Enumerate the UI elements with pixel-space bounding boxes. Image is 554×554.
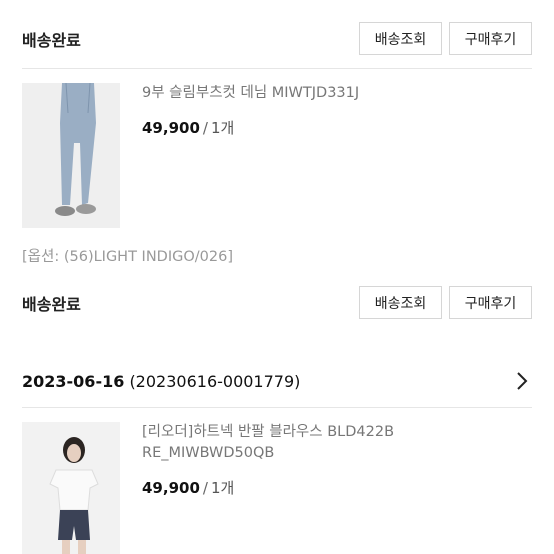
product-quantity: 1개 — [210, 119, 235, 137]
product-name[interactable]: [리오더]하트넥 반팔 블라우스 BLD422B RE_MIWBWD50QB — [142, 422, 394, 464]
track-delivery-button[interactable]: 배송조회 — [359, 286, 442, 319]
product-thumbnail[interactable] — [22, 83, 120, 228]
order-date-number: 2023-06-16 (20230616-0001779) — [22, 372, 300, 391]
price-separator: / — [202, 119, 208, 137]
track-delivery-button[interactable]: 배송조회 — [359, 22, 442, 55]
divider — [22, 407, 532, 408]
delivery-status: 배송완료 — [22, 294, 81, 314]
price-line: 49,900/1개 — [142, 477, 394, 498]
order-date: 2023-06-16 — [22, 371, 125, 391]
write-review-button[interactable]: 구매후기 — [449, 22, 532, 55]
price-line: 49,900/1개 — [142, 117, 359, 138]
product-info: 9부 슬림부츠컷 데님 MIWTJD331J 49,900/1개 — [142, 83, 359, 228]
write-review-button[interactable]: 구매후기 — [449, 286, 532, 319]
product-price: 49,900 — [142, 119, 200, 137]
product-price: 49,900 — [142, 479, 200, 497]
order-product[interactable]: 9부 슬림부츠컷 데님 MIWTJD331J 49,900/1개 — [22, 83, 532, 228]
jeans-product-image — [22, 83, 120, 228]
price-separator: / — [202, 479, 208, 497]
action-buttons: 배송조회 구매후기 — [359, 22, 532, 55]
action-buttons: 배송조회 구매후기 — [359, 286, 532, 319]
product-quantity: 1개 — [210, 479, 235, 497]
chevron-right-icon[interactable] — [510, 370, 532, 392]
order-product[interactable]: [리오더]하트넥 반팔 블라우스 BLD422B RE_MIWBWD50QB 4… — [22, 422, 532, 554]
order-header[interactable]: 2023-06-16 (20230616-0001779) — [22, 364, 532, 398]
product-thumbnail[interactable] — [22, 422, 120, 554]
delivery-status: 배송완료 — [22, 30, 81, 50]
order-item-status-row: 배송완료 배송조회 구매후기 — [22, 286, 532, 319]
product-name[interactable]: 9부 슬림부츠컷 데님 MIWTJD331J — [142, 83, 359, 104]
blouse-product-image — [22, 422, 120, 554]
product-name-line: RE_MIWBWD50QB — [142, 445, 275, 461]
product-info: [리오더]하트넥 반팔 블라우스 BLD422B RE_MIWBWD50QB 4… — [142, 422, 394, 554]
product-option: [옵션: (56)LIGHT INDIGO/026] — [22, 249, 233, 265]
order-item-status-row: 배송완료 배송조회 구매후기 — [22, 22, 532, 55]
product-name-line: [리오더]하트넥 반팔 블라우스 BLD422B — [142, 424, 395, 440]
order-number: (20230616-0001779) — [129, 371, 301, 391]
divider — [22, 68, 532, 69]
